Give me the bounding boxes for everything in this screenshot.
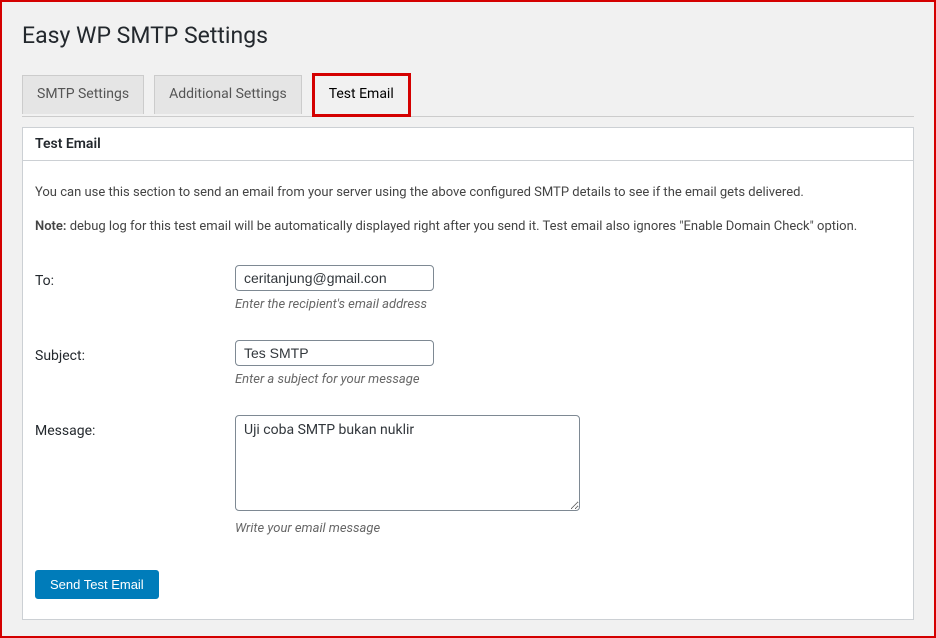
message-label: Message: [35,415,235,564]
note-body: debug log for this test email will be au… [66,219,857,234]
panel-title: Test Email [35,136,901,152]
tab-smtp-settings[interactable]: SMTP Settings [22,75,144,114]
note-text: Note: debug log for this test email will… [35,217,901,237]
tab-test-email[interactable]: Test Email [312,73,411,117]
tab-navigation: SMTP Settings Additional Settings Test E… [22,73,914,117]
message-textarea[interactable] [235,415,580,511]
to-input[interactable] [235,265,434,291]
message-description: Write your email message [235,521,901,536]
test-email-panel: Test Email You can use this section to s… [22,127,914,620]
to-label: To: [35,265,235,340]
tab-additional-settings[interactable]: Additional Settings [154,75,302,114]
intro-text: You can use this section to send an emai… [35,183,901,203]
subject-label: Subject: [35,340,235,415]
send-test-email-button[interactable]: Send Test Email [35,570,159,599]
subject-input[interactable] [235,340,434,366]
to-description: Enter the recipient's email address [235,297,901,312]
panel-header: Test Email [23,128,913,161]
note-label: Note: [35,219,66,234]
subject-description: Enter a subject for your message [235,372,901,387]
page-title: Easy WP SMTP Settings [22,12,914,55]
